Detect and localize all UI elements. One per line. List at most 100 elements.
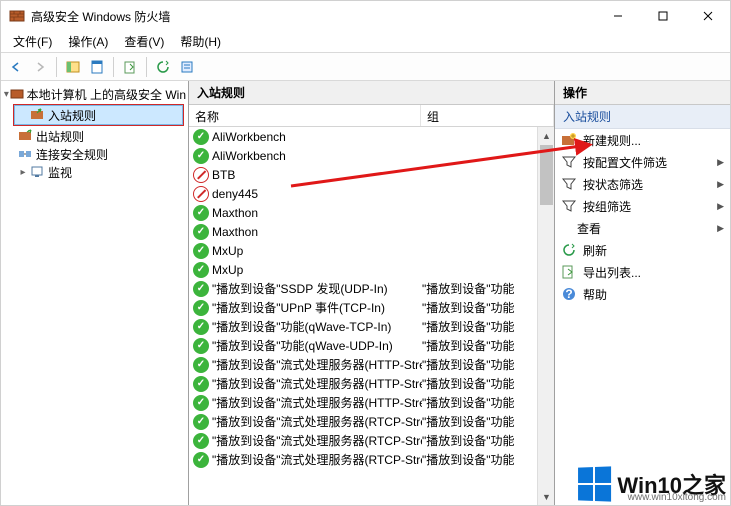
action-filter-profile[interactable]: 按配置文件筛选 ▶ — [555, 151, 730, 173]
tree-monitor-label: 监视 — [48, 164, 72, 181]
collapse-icon[interactable]: ▾ — [3, 89, 10, 100]
rule-name: MxUp — [212, 244, 422, 258]
rule-row[interactable]: ✓"播放到设备"UPnP 事件(TCP-In)"播放到设备"功能 — [189, 298, 554, 317]
allow-icon: ✓ — [193, 414, 209, 430]
column-name[interactable]: 名称 — [189, 105, 421, 126]
rule-row[interactable]: ✓MxUp — [189, 260, 554, 279]
rule-group: "播放到设备"功能 — [422, 280, 515, 297]
action-filter-group[interactable]: 按组筛选 ▶ — [555, 195, 730, 217]
new-rule-icon — [561, 132, 577, 148]
expand-icon[interactable]: ▸ — [17, 167, 29, 178]
actions-title: 操作 — [555, 81, 730, 105]
rule-group: "播放到设备"功能 — [422, 337, 515, 354]
rule-row[interactable]: ✓"播放到设备"流式处理服务器(HTTP-Stre..."播放到设备"功能 — [189, 355, 554, 374]
action-filter-state[interactable]: 按状态筛选 ▶ — [555, 173, 730, 195]
rule-row[interactable]: ✓Maxthon — [189, 222, 554, 241]
rule-name: AliWorkbench — [212, 149, 422, 163]
rule-row[interactable]: ✓"播放到设备"流式处理服务器(RTCP-Stre..."播放到设备"功能 — [189, 431, 554, 450]
menu-help[interactable]: 帮助(H) — [172, 31, 229, 52]
allow-icon: ✓ — [193, 205, 209, 221]
maximize-button[interactable] — [640, 1, 685, 31]
rule-name: "播放到设备"SSDP 发现(UDP-In) — [212, 280, 422, 297]
scroll-down-icon[interactable]: ▼ — [538, 488, 554, 505]
rule-name: "播放到设备"流式处理服务器(HTTP-Stre... — [212, 356, 422, 373]
menu-action[interactable]: 操作(A) — [60, 31, 116, 52]
close-button[interactable] — [685, 1, 730, 31]
rule-row[interactable]: deny445 — [189, 184, 554, 203]
watermark: Win10之家 www.win10xitong.com — [577, 467, 726, 501]
allow-icon: ✓ — [193, 148, 209, 164]
forward-button[interactable] — [29, 56, 51, 78]
rule-row[interactable]: ✓MxUp — [189, 241, 554, 260]
rule-row[interactable]: ✓AliWorkbench — [189, 146, 554, 165]
connection-icon — [17, 146, 33, 162]
rule-row[interactable]: ✓Maxthon — [189, 203, 554, 222]
minimize-button[interactable] — [595, 1, 640, 31]
rule-name: "播放到设备"流式处理服务器(RTCP-Stre... — [212, 451, 422, 468]
rule-row[interactable]: ✓"播放到设备"流式处理服务器(HTTP-Stre..."播放到设备"功能 — [189, 393, 554, 412]
svg-text:?: ? — [565, 287, 572, 301]
rule-row[interactable]: ✓"播放到设备"功能(qWave-UDP-In)"播放到设备"功能 — [189, 336, 554, 355]
menu-bar: 文件(F) 操作(A) 查看(V) 帮助(H) — [1, 31, 730, 53]
column-group[interactable]: 组 — [421, 105, 554, 126]
action-refresh[interactable]: 刷新 — [555, 239, 730, 261]
rule-row[interactable]: BTB — [189, 165, 554, 184]
action-refresh-label: 刷新 — [583, 242, 607, 259]
actions-subtitle: 入站规则 — [555, 105, 730, 129]
export-icon — [561, 264, 577, 280]
action-new-rule[interactable]: 新建规则... — [555, 129, 730, 151]
tree-root[interactable]: ▾ 本地计算机 上的高级安全 Win — [3, 85, 186, 103]
submenu-arrow-icon: ▶ — [717, 201, 724, 212]
scroll-up-icon[interactable]: ▲ — [538, 127, 554, 144]
action-export-label: 导出列表... — [583, 264, 641, 281]
allow-icon: ✓ — [193, 395, 209, 411]
block-icon — [193, 167, 209, 183]
tree-inbound-rules[interactable]: 入站规则 — [15, 106, 182, 124]
rule-row[interactable]: ✓"播放到设备"SSDP 发现(UDP-In)"播放到设备"功能 — [189, 279, 554, 298]
submenu-arrow-icon: ▶ — [717, 179, 724, 190]
windows-logo-icon — [578, 466, 611, 501]
action-view[interactable]: 查看 ▶ — [555, 217, 730, 239]
tree-monitoring[interactable]: ▸ 监视 — [3, 163, 186, 181]
properties-button[interactable] — [86, 56, 108, 78]
vertical-scrollbar[interactable]: ▲ ▼ — [537, 127, 554, 505]
main-area: ▾ 本地计算机 上的高级安全 Win 入站规则 出站规则 连接安全规则 ▸ 监视… — [1, 81, 730, 505]
filter-button[interactable] — [176, 56, 198, 78]
refresh-button[interactable] — [152, 56, 174, 78]
action-help[interactable]: ? 帮助 — [555, 283, 730, 305]
back-button[interactable] — [5, 56, 27, 78]
rule-group: "播放到设备"功能 — [422, 451, 515, 468]
menu-view[interactable]: 查看(V) — [116, 31, 172, 52]
rule-name: BTB — [212, 168, 422, 182]
tree-connection-security[interactable]: 连接安全规则 — [3, 145, 186, 163]
allow-icon: ✓ — [193, 281, 209, 297]
allow-icon: ✓ — [193, 433, 209, 449]
tree-outbound-rules[interactable]: 出站规则 — [3, 127, 186, 145]
filter-icon — [561, 176, 577, 192]
action-filter-profile-label: 按配置文件筛选 — [583, 154, 667, 171]
allow-icon: ✓ — [193, 262, 209, 278]
rule-row[interactable]: ✓AliWorkbench — [189, 127, 554, 146]
rule-row[interactable]: ✓"播放到设备"功能(qWave-TCP-In)"播放到设备"功能 — [189, 317, 554, 336]
show-hide-tree-button[interactable] — [62, 56, 84, 78]
rule-row[interactable]: ✓"播放到设备"流式处理服务器(RTCP-Stre..."播放到设备"功能 — [189, 450, 554, 469]
export-button[interactable] — [119, 56, 141, 78]
allow-icon: ✓ — [193, 129, 209, 145]
tree-panel: ▾ 本地计算机 上的高级安全 Win 入站规则 出站规则 连接安全规则 ▸ 监视 — [1, 81, 189, 505]
action-export[interactable]: 导出列表... — [555, 261, 730, 283]
rule-name: "播放到设备"流式处理服务器(RTCP-Stre... — [212, 413, 422, 430]
menu-file[interactable]: 文件(F) — [5, 31, 60, 52]
rules-panel: 入站规则 名称 组 ✓AliWorkbench✓AliWorkbenchBTBd… — [189, 81, 555, 505]
rule-name: MxUp — [212, 263, 422, 277]
action-filter-group-label: 按组筛选 — [583, 198, 631, 215]
rule-row[interactable]: ✓"播放到设备"流式处理服务器(HTTP-Stre..."播放到设备"功能 — [189, 374, 554, 393]
rule-row[interactable]: ✓"播放到设备"流式处理服务器(RTCP-Stre..."播放到设备"功能 — [189, 412, 554, 431]
rule-group: "播放到设备"功能 — [422, 432, 515, 449]
rule-name: "播放到设备"流式处理服务器(RTCP-Stre... — [212, 432, 422, 449]
rule-name: "播放到设备"流式处理服务器(HTTP-Stre... — [212, 375, 422, 392]
rule-group: "播放到设备"功能 — [422, 375, 515, 392]
rules-list[interactable]: ✓AliWorkbench✓AliWorkbenchBTBdeny445✓Max… — [189, 127, 554, 505]
action-view-label: 查看 — [577, 220, 601, 237]
scroll-thumb[interactable] — [540, 145, 553, 205]
firewall-icon — [10, 86, 24, 102]
